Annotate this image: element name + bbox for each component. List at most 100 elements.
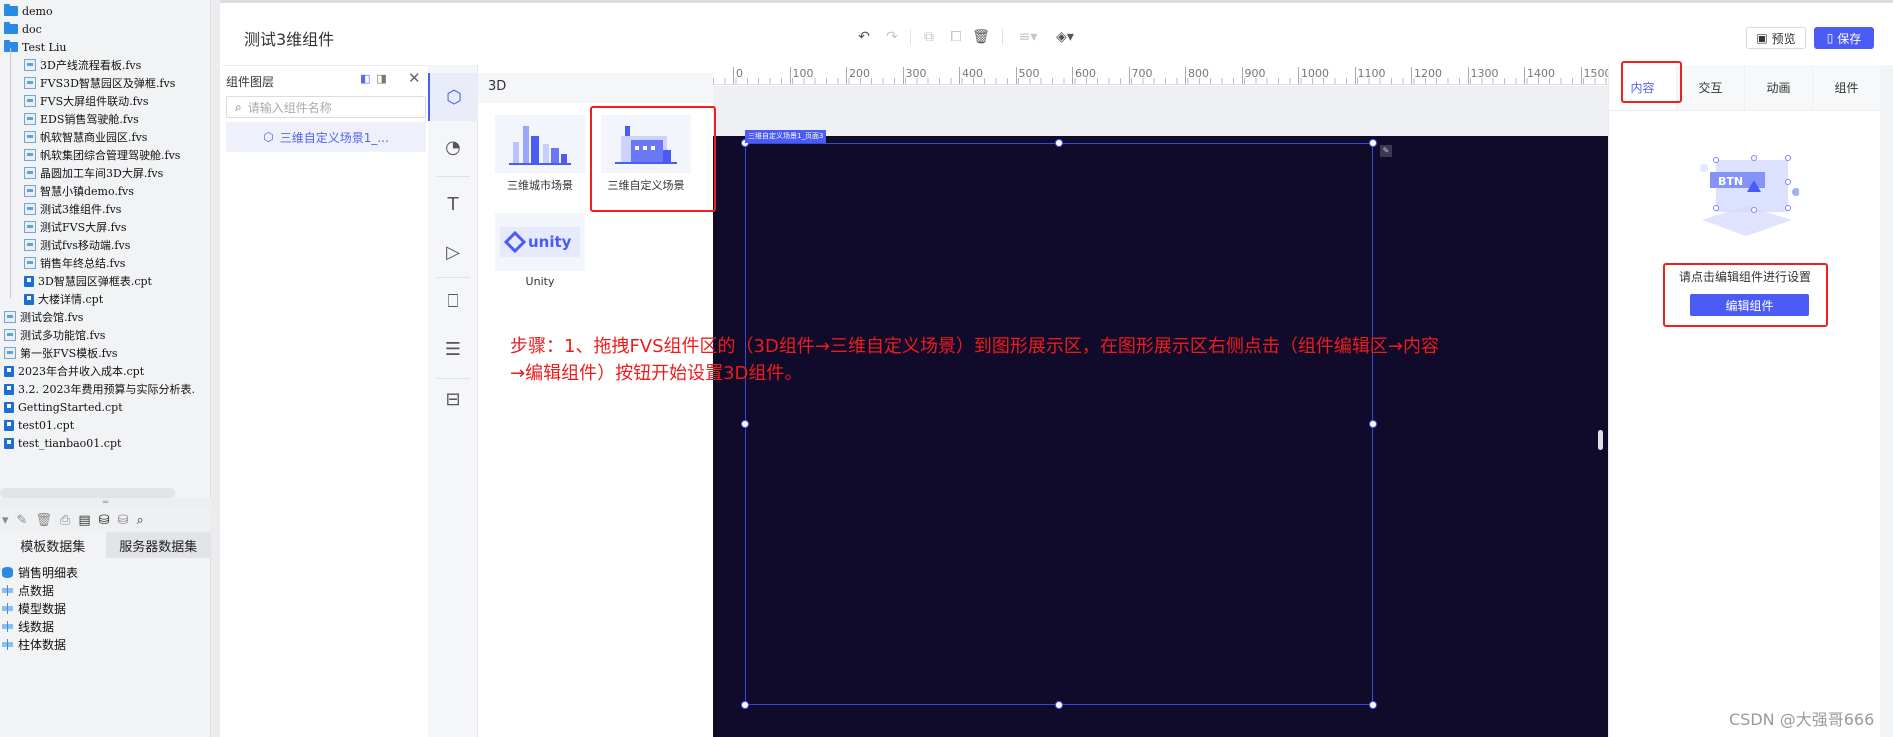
resize-handle[interactable] (1369, 420, 1377, 428)
resize-handle[interactable] (1369, 701, 1377, 709)
fvs-file-icon (4, 311, 16, 323)
resize-handle[interactable] (1055, 139, 1063, 147)
folder-icon (4, 22, 18, 34)
file-tree-item[interactable]: EDS销售驾驶舱.fvs (24, 110, 139, 128)
file-tree-item[interactable]: 帆软智慧商业园区.fvs (24, 128, 147, 146)
tab-component[interactable]: 组件 (1813, 65, 1881, 110)
file-tree-item[interactable]: doc (4, 20, 42, 38)
file-tree-item-label: demo (22, 4, 53, 18)
ruler-tick-label: 1200 (1411, 67, 1442, 84)
dataset-item[interactable]: 模型数据 (2, 599, 66, 617)
dataset-item[interactable]: 线数据 (2, 617, 54, 635)
copy-icon[interactable]: ⧉ (920, 29, 938, 45)
preview-dataset-icon[interactable]: ⎙ (60, 513, 70, 528)
file-tree-item[interactable]: FVS3D智慧园区及弹框.fvs (24, 74, 175, 92)
edit-dataset-icon[interactable]: ▤ (78, 513, 90, 528)
split-view-icon[interactable]: ◧ (360, 72, 370, 85)
tab-server-dataset[interactable]: 服务器数据集 (105, 532, 211, 558)
cpt-file-icon (4, 383, 14, 395)
right-panel-scrollbar[interactable] (1880, 65, 1893, 737)
edit-icon[interactable]: ✎ (17, 513, 28, 528)
close-icon[interactable]: ✕ (408, 69, 421, 87)
file-tree-item[interactable]: 智慧小镇demo.fvs (24, 182, 134, 200)
file-tree-item[interactable]: 帆软集团综合管理驾驶舱.fvs (24, 146, 180, 164)
resize-handle[interactable] (741, 701, 749, 709)
remove-server-dataset-icon[interactable]: ⛁ (118, 513, 129, 528)
rail-table-icon[interactable]: ☰ (428, 325, 478, 373)
layer-order-dropdown-icon[interactable]: ◈▾ (1052, 29, 1078, 45)
server-dataset-icon[interactable]: ⛁ (99, 513, 110, 528)
add-dataset-icon[interactable]: ▾ (2, 513, 9, 528)
file-tree-item[interactable]: 晶圆加工车间3D大屏.fvs (24, 164, 163, 182)
paste-icon[interactable]: ⧠ (947, 29, 965, 45)
tab-template-dataset[interactable]: 模板数据集 (0, 532, 106, 558)
file-tree-item[interactable]: 第一张FVS模板.fvs (4, 344, 118, 362)
cube-icon: ⬡ (263, 130, 274, 144)
database-icon (2, 566, 13, 578)
component-card-unity[interactable]: unity Unity (495, 213, 585, 288)
tab-interaction[interactable]: 交互 (1677, 65, 1745, 110)
fvs-file-icon (4, 347, 16, 359)
redo-icon[interactable]: ↷ (883, 29, 901, 45)
resize-handle[interactable] (1369, 139, 1377, 147)
layer-search-input[interactable]: ⌕ 请输入组件名称 (226, 96, 426, 118)
fvs-file-icon (24, 221, 36, 233)
rail-inbox-icon[interactable]: ⎕ (428, 277, 478, 325)
ruler-tick-label: 700 (1128, 67, 1153, 84)
file-tree-item[interactable]: 3.2. 2023年费用预算与实际分析表. (4, 380, 195, 398)
rail-media-icon[interactable]: ▷ (428, 228, 478, 276)
fvs-file-icon (24, 239, 36, 251)
horizontal-scrollbar[interactable] (0, 488, 175, 498)
dataset-item[interactable]: 柱体数据 (2, 635, 66, 653)
save-button[interactable]: ▯ 保存 (1814, 27, 1874, 49)
file-tree-item[interactable]: FVS大屏组件联动.fvs (24, 92, 149, 110)
panel-view-icon[interactable]: ◨ (376, 72, 386, 85)
table-icon (2, 584, 13, 596)
component-card-3d-city[interactable]: 三维城市场景 (495, 115, 585, 193)
toolbar-divider (1002, 29, 1003, 45)
file-tree-item[interactable]: test_tianbao01.cpt (4, 434, 121, 452)
tab-animation[interactable]: 动画 (1745, 65, 1813, 110)
file-tree-item[interactable]: demo (4, 2, 53, 20)
file-tree-item[interactable]: 3D智慧园区弹框表.cpt (24, 272, 152, 290)
vertical-splitter[interactable] (211, 0, 220, 737)
rail-text-icon[interactable]: T (428, 180, 478, 228)
file-tree-item[interactable]: 大楼详情.cpt (24, 290, 103, 308)
dataset-item-label: 模型数据 (18, 601, 67, 616)
cpt-file-icon (4, 365, 14, 377)
resize-handle[interactable] (1055, 701, 1063, 709)
resize-handle[interactable] (741, 420, 749, 428)
edit-pen-icon[interactable]: ✎ (1380, 145, 1392, 157)
preview-button[interactable]: ▣ 预览 (1746, 27, 1806, 49)
file-tree-item[interactable]: Test Liu (4, 38, 66, 56)
file-tree-item[interactable]: 测试fvs移动端.fvs (24, 236, 130, 254)
file-tree-item[interactable]: 测试3维组件.fvs (24, 200, 121, 218)
search-icon[interactable]: ⌕ (136, 513, 143, 528)
file-tree-item[interactable]: 2023年合并收入成本.cpt (4, 362, 144, 380)
dataset-item[interactable]: 销售明细表 (2, 563, 78, 581)
delete-icon[interactable]: 🗑 (35, 513, 52, 528)
file-tree-item[interactable]: test01.cpt (4, 416, 74, 434)
undo-icon[interactable]: ↶ (855, 29, 873, 45)
dataset-item[interactable]: 点数据 (2, 581, 54, 599)
rail-3d-cube-icon[interactable]: ⬡ (428, 73, 478, 121)
trash-icon[interactable]: 🗑 (972, 29, 990, 45)
align-dropdown-icon[interactable]: ≡▾ (1015, 29, 1041, 45)
file-tree-item[interactable]: 销售年终总结.fvs (24, 254, 125, 272)
file-tree-item[interactable]: GettingStarted.cpt (4, 398, 123, 416)
rail-chart-pie-icon[interactable]: ◔ (428, 123, 478, 171)
file-tree-item[interactable]: 测试多功能馆.fvs (4, 326, 105, 344)
panel-splitter[interactable]: ═ (0, 498, 211, 508)
layer-view-toggles: ◧ ◨ (360, 72, 387, 85)
file-tree-item-label: 帆软集团综合管理驾驶舱.fvs (40, 149, 181, 162)
file-tree-item[interactable]: 3D产线流程看板.fvs (24, 56, 141, 74)
rail-archive-icon[interactable]: ⊟ (428, 375, 478, 423)
ruler-tick-label: 1100 (1354, 67, 1386, 84)
fvs-file-icon (24, 149, 36, 161)
fvs-file-icon (24, 77, 36, 89)
layer-item[interactable]: ⬡ 三维自定义场景1_... (226, 122, 426, 152)
file-tree-item[interactable]: 测试会馆.fvs (4, 308, 83, 326)
selected-3d-component[interactable] (741, 139, 1377, 709)
file-tree-item[interactable]: 测试FVS大屏.fvs (24, 218, 127, 236)
canvas-scroll-handle[interactable] (1598, 430, 1603, 450)
